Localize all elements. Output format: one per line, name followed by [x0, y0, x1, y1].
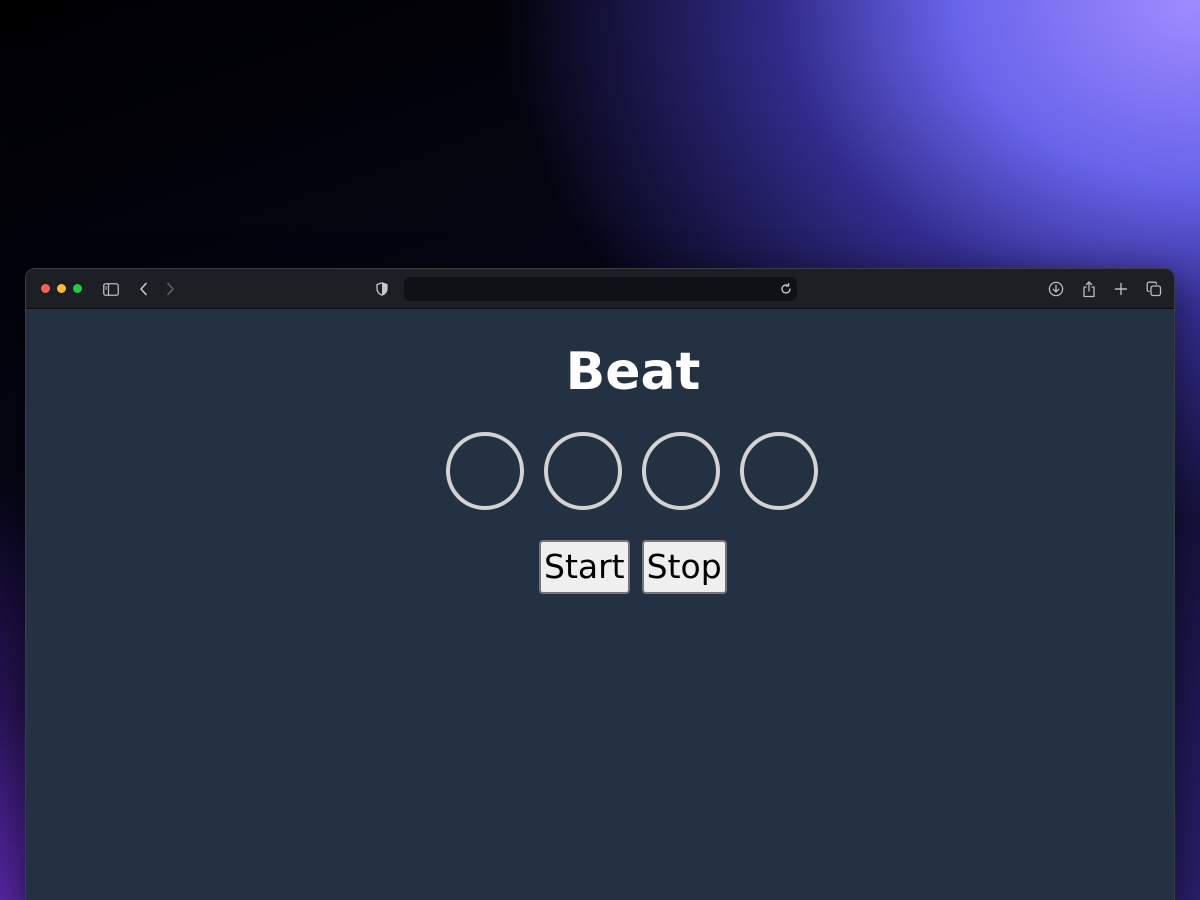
page-title: Beat: [565, 342, 701, 402]
browser-window: Beat Start Stop: [25, 268, 1175, 900]
stop-button[interactable]: Stop: [641, 540, 727, 594]
download-icon[interactable]: [1046, 279, 1066, 299]
start-button[interactable]: Start: [539, 540, 630, 594]
sidebar-icon[interactable]: [101, 279, 121, 299]
beat-indicators: [446, 432, 818, 510]
beat-indicator-4: [740, 432, 818, 510]
beat-indicator-2: [544, 432, 622, 510]
close-window-button[interactable]: [41, 284, 50, 293]
transport-controls: Start Stop: [539, 540, 727, 594]
share-icon[interactable]: [1079, 279, 1099, 299]
minimize-window-button[interactable]: [57, 284, 66, 293]
beat-indicator-1: [446, 432, 524, 510]
back-icon[interactable]: [134, 279, 154, 299]
reload-icon[interactable]: [776, 279, 796, 299]
address-bar[interactable]: [404, 277, 797, 301]
forward-icon[interactable]: [160, 279, 180, 299]
new-tab-icon[interactable]: [1111, 279, 1131, 299]
shield-icon[interactable]: [372, 279, 392, 299]
zoom-window-button[interactable]: [73, 284, 82, 293]
page-content: Beat Start Stop: [26, 309, 1174, 900]
tabs-overview-icon[interactable]: [1144, 279, 1164, 299]
browser-toolbar: [26, 269, 1174, 309]
beat-indicator-3: [642, 432, 720, 510]
